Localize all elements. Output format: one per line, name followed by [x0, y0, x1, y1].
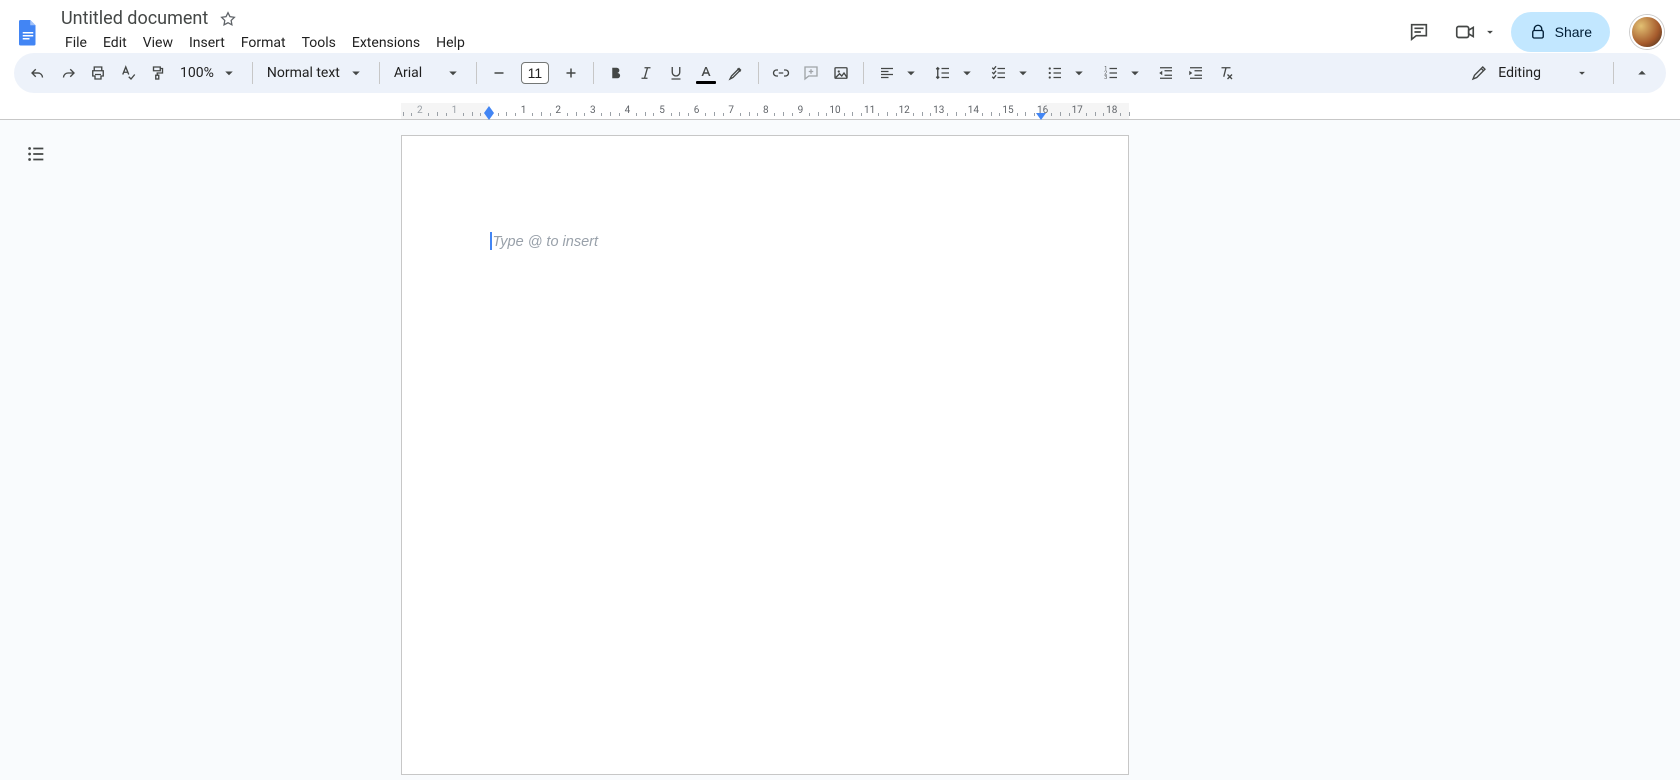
- separator: [1613, 62, 1614, 84]
- paint-format-button[interactable]: [144, 59, 172, 87]
- menu-edit[interactable]: Edit: [96, 31, 134, 55]
- font-value: Arial: [394, 65, 422, 81]
- document-editor[interactable]: Type @ to insert: [490, 232, 1040, 256]
- document-outline-button[interactable]: [20, 138, 52, 170]
- spellcheck-button[interactable]: [114, 59, 142, 87]
- chevron-down-icon: [902, 64, 920, 82]
- indent-decrease-button[interactable]: [1152, 59, 1180, 87]
- title-bar: Untitled document File Edit View Insert …: [0, 0, 1680, 53]
- chevron-down-icon: [1575, 66, 1589, 80]
- menu-bar: File Edit View Insert Format Tools Exten…: [58, 31, 472, 55]
- paragraph-style-value: Normal text: [267, 65, 340, 81]
- separator: [593, 62, 594, 84]
- docs-file-icon: [13, 17, 43, 47]
- line-spacing-dropdown[interactable]: [928, 59, 982, 87]
- chevron-down-icon: [347, 64, 365, 82]
- bulleted-list-dropdown[interactable]: [1040, 59, 1094, 87]
- clear-formatting-button[interactable]: [1212, 59, 1240, 87]
- menu-help[interactable]: Help: [429, 31, 472, 55]
- editing-mode-label: Editing: [1498, 65, 1541, 81]
- insert-image-button[interactable]: [827, 59, 855, 87]
- menu-view[interactable]: View: [136, 31, 180, 55]
- text-caret: [490, 232, 492, 250]
- account-avatar[interactable]: [1630, 15, 1664, 49]
- separator: [863, 62, 864, 84]
- text-color-button[interactable]: [692, 59, 720, 87]
- highlight-button[interactable]: [722, 59, 750, 87]
- menu-extensions[interactable]: Extensions: [345, 31, 427, 55]
- chevron-down-icon: [958, 64, 976, 82]
- comment-history-icon[interactable]: [1403, 16, 1435, 48]
- indent-increase-button[interactable]: [1182, 59, 1210, 87]
- star-icon[interactable]: [219, 10, 237, 28]
- chevron-down-icon: [220, 64, 238, 82]
- checklist-dropdown[interactable]: [984, 59, 1038, 87]
- chevron-down-icon: [1014, 64, 1032, 82]
- bold-button[interactable]: [602, 59, 630, 87]
- horizontal-ruler[interactable]: 21123456789101112131415161718: [401, 103, 1129, 119]
- chevron-down-icon: [1070, 64, 1088, 82]
- pencil-icon: [1470, 64, 1488, 82]
- separator: [476, 62, 477, 84]
- menu-tools[interactable]: Tools: [295, 31, 343, 55]
- underline-button[interactable]: [662, 59, 690, 87]
- svg-text:3: 3: [1104, 75, 1107, 81]
- chevron-down-icon: [1126, 64, 1144, 82]
- numbered-list-dropdown[interactable]: 123: [1096, 59, 1150, 87]
- redo-button[interactable]: [54, 59, 82, 87]
- meet-caret-icon[interactable]: [1483, 25, 1497, 39]
- document-title[interactable]: Untitled document: [58, 6, 211, 31]
- docs-logo[interactable]: [8, 12, 48, 52]
- insert-comment-button[interactable]: [797, 59, 825, 87]
- font-dropdown[interactable]: Arial: [388, 59, 468, 87]
- collapse-toolbar-button[interactable]: [1628, 59, 1656, 87]
- toolbar: 100% Normal text Arial 123 Editing: [14, 53, 1666, 93]
- paragraph-style-dropdown[interactable]: Normal text: [261, 59, 371, 87]
- align-dropdown[interactable]: [872, 59, 926, 87]
- undo-button[interactable]: [24, 59, 52, 87]
- menu-insert[interactable]: Insert: [182, 31, 232, 55]
- menu-file[interactable]: File: [58, 31, 94, 55]
- font-size-decrease-button[interactable]: [485, 59, 513, 87]
- separator: [758, 62, 759, 84]
- zoom-value: 100%: [180, 65, 214, 81]
- separator: [379, 62, 380, 84]
- editor-placeholder: Type @ to insert: [493, 234, 599, 250]
- ruler-area: 21123456789101112131415161718: [0, 103, 1680, 119]
- share-button[interactable]: Share: [1511, 12, 1610, 52]
- font-size-increase-button[interactable]: [557, 59, 585, 87]
- lock-icon: [1529, 23, 1547, 41]
- print-button[interactable]: [84, 59, 112, 87]
- chevron-down-icon: [444, 64, 462, 82]
- italic-button[interactable]: [632, 59, 660, 87]
- separator: [252, 62, 253, 84]
- page[interactable]: Type @ to insert: [401, 135, 1129, 775]
- meet-icon[interactable]: [1449, 16, 1481, 48]
- insert-link-button[interactable]: [767, 59, 795, 87]
- share-label: Share: [1555, 24, 1592, 40]
- menu-format[interactable]: Format: [234, 31, 293, 55]
- text-color-indicator: [696, 81, 716, 84]
- zoom-dropdown[interactable]: 100%: [174, 59, 244, 87]
- editing-mode-dropdown[interactable]: Editing: [1460, 59, 1599, 87]
- document-stage: Type @ to insert: [0, 120, 1680, 780]
- font-size-input[interactable]: [521, 62, 549, 84]
